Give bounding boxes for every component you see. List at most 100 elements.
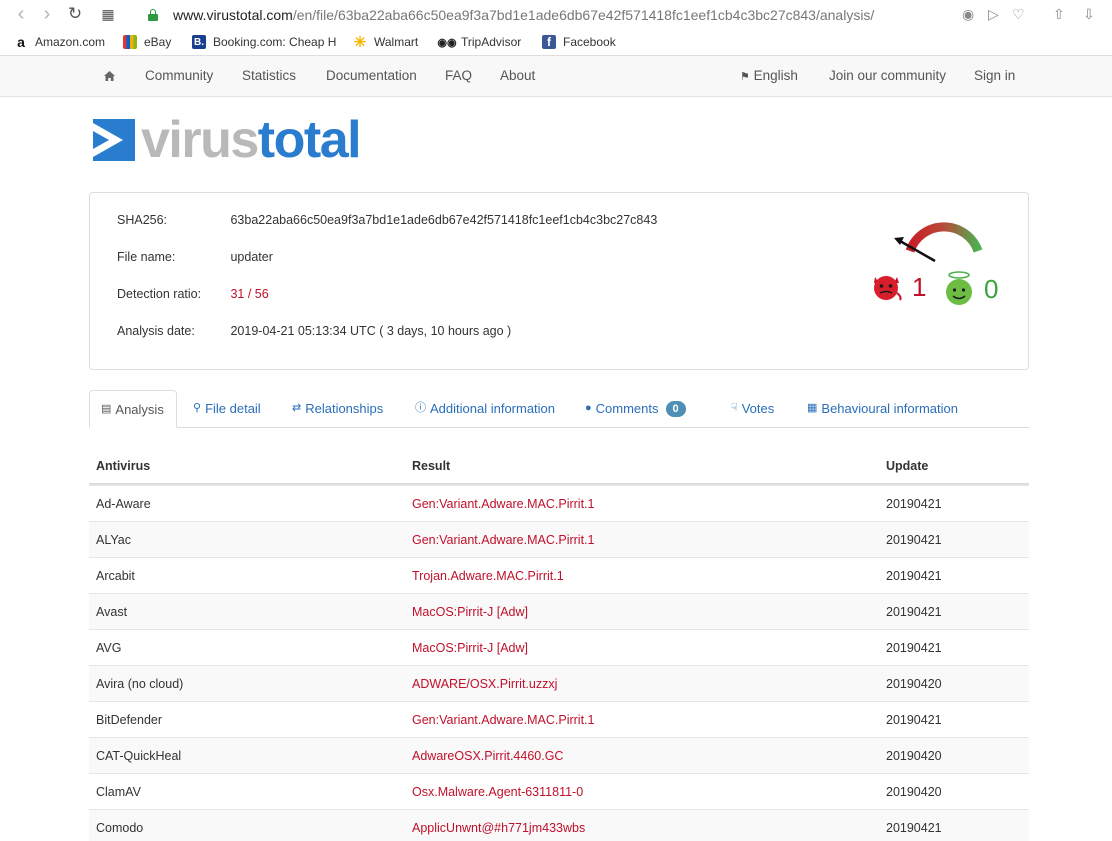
url-path: /en/file/63ba22aba66c50ea9f3a7bd1e1ade6d…: [292, 7, 875, 23]
cell-update: 20190420: [886, 785, 942, 799]
bookmark-ebay[interactable]: eBay: [123, 35, 171, 49]
cell-result: Trojan.Adware.MAC.Pirrit.1: [412, 569, 564, 583]
share-icon[interactable]: ⇧: [1053, 6, 1065, 23]
cell-antivirus: BitDefender: [96, 713, 163, 727]
cell-update: 20190421: [886, 497, 942, 511]
angel-icon: [946, 271, 972, 305]
facebook-icon: f: [542, 35, 556, 49]
nav-about[interactable]: About: [500, 68, 535, 83]
site-navbar: Community Statistics Documentation FAQ A…: [0, 56, 1112, 97]
bookmark-facebook[interactable]: f Facebook: [542, 35, 616, 49]
column-header-antivirus: Antivirus: [96, 459, 151, 473]
table-row: ALYac Gen:Variant.Adware.MAC.Pirrit.1 2019…: [89, 521, 1029, 557]
browser-address-bar: ‹ › ↻ ▦ www.virustotal.com/en/file/63ba2…: [0, 0, 1112, 30]
table-row: AVG MacOS:Pirrit-J [Adw] 20190421: [89, 629, 1029, 665]
table-header: Antivirus Result Update: [89, 448, 1029, 485]
table-row: Arcabit Trojan.Adware.MAC.Pirrit.1 2019042…: [89, 557, 1029, 593]
cell-result: AdwareOSX.Pirrit.4460.GC: [412, 749, 564, 763]
walmart-icon: ✳: [353, 34, 367, 51]
analysis-date-value: 2019-04-21 05:13:34 UTC ( 3 days, 10 hou…: [230, 324, 512, 338]
tab-additional-information[interactable]: ⓘ Additional information: [415, 390, 555, 428]
detection-ratio-value: 31 / 56: [230, 287, 269, 301]
detection-ratio-label: Detection ratio:: [117, 287, 202, 301]
reload-icon[interactable]: ↻: [66, 5, 84, 25]
ebay-icon: [123, 35, 137, 49]
analysis-date-row: Analysis date: 2019-04-21 05:13:34 UTC (…: [117, 324, 511, 338]
list-icon: ▤: [101, 403, 112, 415]
cell-result: ADWARE/OSX.Pirrit.uzzxj: [412, 677, 558, 691]
cell-result: ApplicUnwnt@#h771jm433wbs: [412, 821, 586, 835]
cell-update: 20190421: [886, 605, 942, 619]
cell-antivirus: Avira (no cloud): [96, 677, 184, 691]
back-icon[interactable]: ‹: [12, 4, 30, 25]
heart-icon[interactable]: ♡: [1012, 6, 1025, 23]
nav-sign-in[interactable]: Sign in: [974, 68, 1015, 83]
malicious-votes: 1: [870, 271, 926, 303]
url-field[interactable]: www.virustotal.com/en/file/63ba22aba66c5…: [148, 7, 874, 23]
nav-statistics[interactable]: Statistics: [242, 68, 296, 83]
cell-antivirus: Comodo: [96, 821, 144, 835]
tabs-grid-icon[interactable]: ▦: [99, 5, 117, 25]
thumbs-down-icon: ☟: [731, 402, 738, 414]
tab-label: Behavioural information: [821, 401, 958, 416]
booking-icon: B.: [192, 35, 206, 49]
cell-update: 20190421: [886, 821, 942, 835]
virustotal-logo[interactable]: virustotal: [93, 114, 362, 166]
tab-relationships[interactable]: ⇄ Relationships: [292, 390, 383, 428]
tab-label: Relationships: [305, 401, 384, 416]
cell-result: Gen:Variant.Adware.MAC.Pirrit.1: [412, 713, 595, 727]
send-icon[interactable]: ▷: [988, 6, 999, 23]
camera-icon[interactable]: ◉: [962, 6, 974, 23]
nav-join-community[interactable]: Join our community: [829, 68, 946, 83]
cell-antivirus: Arcabit: [96, 569, 135, 583]
comment-icon: ●: [585, 402, 592, 414]
tripadvisor-icon: ◉◉: [437, 36, 457, 49]
nav-faq[interactable]: FAQ: [445, 68, 472, 83]
lock-icon: [148, 9, 158, 21]
home-icon[interactable]: [104, 71, 115, 81]
filename-row: File name: updater: [117, 250, 273, 264]
analysis-tabs: ▤ Analysis ⚲ File detail ⇄ Relationships…: [89, 390, 1029, 428]
forward-icon[interactable]: ›: [38, 4, 56, 25]
nav-community[interactable]: Community: [145, 68, 213, 83]
bookmark-amazon[interactable]: a Amazon.com: [14, 34, 106, 50]
tab-label: Votes: [741, 401, 775, 416]
bookmark-walmart[interactable]: ✳ Walmart: [353, 34, 419, 51]
column-header-update: Update: [886, 459, 929, 473]
tab-file-detail[interactable]: ⚲ File detail: [193, 390, 261, 428]
nav-documentation[interactable]: Documentation: [326, 68, 417, 83]
tab-votes[interactable]: ☟ Votes: [731, 390, 774, 428]
bookmark-booking[interactable]: B. Booking.com: Cheap H: [192, 35, 336, 49]
table-row: Ad-Aware Gen:Variant.Adware.MAC.Pirrit.1 2…: [89, 485, 1029, 521]
table-body: Ad-Aware Gen:Variant.Adware.MAC.Pirrit.1 2…: [89, 485, 1029, 841]
cell-update: 20190420: [886, 749, 942, 763]
shuffle-icon: ⇄: [292, 402, 302, 414]
film-icon: ▦: [807, 402, 818, 414]
bookmark-label: Booking.com: Cheap H: [213, 35, 337, 49]
sha256-value: 63ba22aba66c50ea9f3a7bd1e1ade6db67e42f57…: [230, 213, 658, 227]
bookmark-tripadvisor[interactable]: ◉◉ TripAdvisor: [437, 35, 521, 49]
tab-behavioural-information[interactable]: ▦ Behavioural information: [807, 390, 958, 428]
devil-icon: [874, 276, 902, 301]
bookmark-label: Facebook: [563, 35, 616, 49]
tab-comments[interactable]: ● Comments 0: [585, 390, 686, 428]
tab-analysis[interactable]: ▤ Analysis: [89, 390, 177, 428]
bookmark-label: Amazon.com: [35, 35, 106, 49]
bookmark-label: Walmart: [374, 35, 419, 49]
logo-text-total: total: [257, 111, 362, 169]
bookmark-label: eBay: [144, 35, 172, 49]
cell-update: 20190420: [886, 677, 942, 691]
harmless-votes: 0: [942, 271, 998, 307]
search-icon: ⚲: [193, 402, 202, 414]
table-row: Avira (no cloud) ADWARE/OSX.Pirrit.uzzxj 2…: [89, 665, 1029, 701]
cell-result: Osx.Malware.Agent-6311811-0: [412, 785, 584, 799]
tab-label: File detail: [205, 401, 261, 416]
tab-label: Comments: [595, 401, 659, 416]
nav-language[interactable]: ⚑ English: [740, 68, 798, 83]
filename-value: updater: [230, 250, 273, 264]
sha256-row: SHA256: 63ba22aba66c50ea9f3a7bd1e1ade6db…: [117, 213, 657, 227]
cell-result: Gen:Variant.Adware.MAC.Pirrit.1: [412, 533, 595, 547]
tab-label: Analysis: [115, 402, 164, 417]
download-icon[interactable]: ⇩: [1083, 6, 1095, 23]
cell-update: 20190421: [886, 569, 942, 583]
